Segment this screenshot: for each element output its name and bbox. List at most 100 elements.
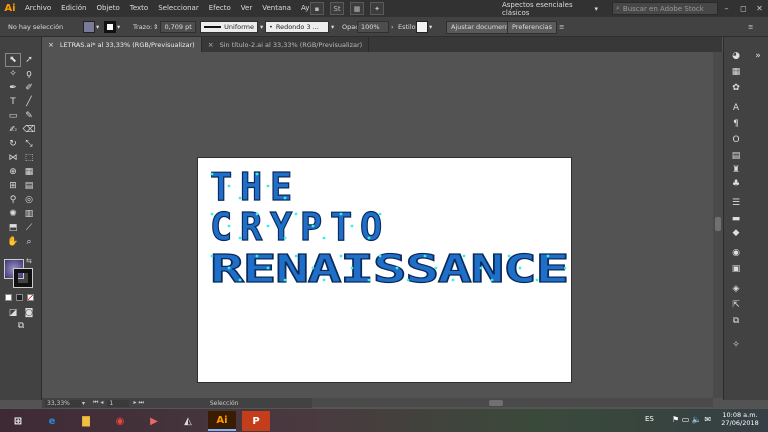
layers-panel-icon[interactable]: ◈ [729, 283, 743, 295]
width-tool-icon[interactable]: ⋈ [6, 152, 20, 164]
paragraph-panel-icon[interactable]: ¶ [729, 118, 743, 130]
stock-search-input[interactable]: ⌕ Buscar en Adobe Stock [612, 2, 718, 15]
arrange-documents-icon[interactable]: ▦ [350, 2, 364, 15]
horizontal-scrollbar[interactable] [311, 398, 713, 407]
character-panel-icon[interactable]: A [729, 102, 743, 114]
artwork-text[interactable]: THECRYPTORENAISSANCE [198, 158, 573, 384]
menu-objeto[interactable]: Objeto [92, 0, 125, 17]
artboard[interactable]: THE CRYPTO RENAISSANCE [197, 157, 572, 383]
swap-fill-stroke-icon[interactable]: ⇆ [26, 257, 32, 265]
zoom-field[interactable]: 33,33% [45, 399, 81, 407]
pen-tool-icon[interactable]: ✒ [6, 82, 20, 94]
rotate-tool-icon[interactable]: ↻ [6, 138, 20, 150]
stroke-panel-icon[interactable]: ☰ [729, 197, 743, 209]
opacity-value[interactable]: 100% [357, 21, 389, 33]
vertical-scrollbar[interactable] [713, 52, 723, 398]
gpu-performance-icon[interactable]: ✦ [370, 2, 384, 15]
vertical-scroll-thumb[interactable] [715, 217, 721, 231]
curvature-tool-icon[interactable]: ✐ [22, 82, 36, 94]
clock[interactable]: 10:08 a.m. 27/06/2018 [718, 411, 762, 427]
artboard-nav-next-icon[interactable]: ▸⏭ [133, 399, 145, 407]
symbol-sprayer-tool-icon[interactable]: ✺ [6, 208, 20, 220]
file-explorer-icon[interactable]: ▇ [72, 411, 100, 431]
brush-definition[interactable]: • Redondo 3 ... ▾ [265, 20, 334, 34]
menu-seleccionar[interactable]: Seleccionar [153, 0, 204, 17]
artboards-panel-icon[interactable]: ⇱ [729, 299, 743, 311]
hand-tool-icon[interactable]: ✋ [6, 236, 20, 248]
panel-menu-icon[interactable]: ≡ [748, 20, 753, 34]
workspace-switcher[interactable]: Aspectos esenciales clásicos ▾ [498, 1, 598, 17]
stepper-icon[interactable]: ⇕ [153, 23, 158, 31]
illustrator-taskbar-icon[interactable]: Ai [208, 411, 236, 431]
eyedropper-tool-icon[interactable]: ⚲ [6, 194, 20, 206]
menu-texto[interactable]: Texto [125, 0, 153, 17]
column-graph-tool-icon[interactable]: ▥ [22, 208, 36, 220]
language-indicator[interactable]: ES [645, 415, 654, 423]
stroke-weight-value[interactable]: 0,709 pt [160, 21, 196, 33]
blend-tool-icon[interactable]: ◎ [22, 194, 36, 206]
mesh-tool-icon[interactable]: ⊞ [6, 180, 20, 192]
close-icon[interactable]: × [208, 41, 214, 49]
lasso-tool-icon[interactable]: ϙ [22, 68, 36, 80]
swatches-panel-icon[interactable]: ▦ [729, 66, 743, 78]
screen-mode-icon[interactable]: ⧉ [14, 320, 28, 332]
transparency-panel-icon[interactable]: ◆ [729, 227, 743, 239]
menu-ver[interactable]: Ver [236, 0, 257, 17]
paintbrush-tool-icon[interactable]: ✎ [22, 110, 36, 122]
selection-tool-icon[interactable]: ⬉ [5, 53, 21, 67]
bridge-icon[interactable]: ▪ [310, 2, 324, 15]
variable-width-profile[interactable]: Uniforme ▾ [200, 20, 263, 34]
close-icon[interactable]: × [48, 41, 54, 49]
fill-swatch[interactable]: ▾ [83, 20, 99, 34]
symbols-panel-icon[interactable]: ♜ [729, 164, 743, 176]
line-tool-icon[interactable]: ╱ [22, 96, 36, 108]
stroke-weight-field[interactable]: ⇕ 0,709 pt [153, 20, 196, 34]
artboard-tool-icon[interactable]: ⬒ [6, 222, 20, 234]
close-button[interactable]: ✕ [751, 0, 768, 17]
free-transform-tool-icon[interactable]: ⬚ [22, 152, 36, 164]
shaper-tool-icon[interactable]: ✍ [6, 124, 20, 136]
type-tool-icon[interactable]: T [6, 96, 20, 108]
menu-edicion[interactable]: Edición [56, 0, 91, 17]
tray-icons[interactable]: ⚑ ▭ 🔈 ✉ [672, 415, 711, 424]
perspective-grid-tool-icon[interactable]: ▦ [22, 166, 36, 178]
stroke-swatch[interactable]: ▾ [104, 20, 120, 34]
direct-selection-tool-icon[interactable]: ➚ [22, 54, 36, 66]
inkscape-icon[interactable]: ◭ [174, 411, 202, 431]
minimize-button[interactable]: – [718, 0, 735, 17]
media-player-icon[interactable]: ▶ [140, 411, 168, 431]
color-mode-icon[interactable] [5, 294, 12, 301]
color-panel-icon[interactable]: ◕ [729, 50, 743, 62]
scale-tool-icon[interactable]: ⤡ [22, 138, 36, 150]
draw-mode-icon[interactable]: ◪ [6, 307, 20, 319]
graphic-styles-panel-icon[interactable]: ♣ [729, 178, 743, 190]
magic-wand-tool-icon[interactable]: ✧ [6, 68, 20, 80]
maximize-button[interactable]: ◻ [735, 0, 752, 17]
opentype-panel-icon[interactable]: O [729, 134, 743, 146]
artboard-number-field[interactable]: 1 [107, 399, 130, 407]
menu-efecto[interactable]: Efecto [204, 0, 236, 17]
start-button-icon[interactable]: ⊞ [4, 411, 32, 431]
powerpoint-taskbar-icon[interactable]: P [242, 411, 270, 431]
brushes-panel-icon[interactable]: ✿ [729, 82, 743, 94]
artboard-nav-first-icon[interactable]: ⏮◂ [93, 399, 105, 407]
menu-archivo[interactable]: Archivo [20, 0, 56, 17]
rectangle-tool-icon[interactable]: ▭ [6, 110, 20, 122]
artwork-line[interactable]: RENAISSANCE [209, 246, 569, 291]
artwork-line[interactable]: THE [209, 164, 300, 209]
gradient-panel-icon[interactable]: ▬ [729, 213, 743, 225]
chrome-icon[interactable]: ◉ [106, 411, 134, 431]
slice-tool-icon[interactable]: ⟋ [22, 222, 36, 234]
graphic-style-swatch[interactable]: ▾ [416, 20, 432, 34]
panel-collapse-icon[interactable]: » [751, 50, 765, 62]
stock-icon[interactable]: St [330, 2, 344, 15]
magic-wand-panel-icon[interactable]: ✧ [729, 339, 743, 351]
shape-builder-tool-icon[interactable]: ⊕ [6, 166, 20, 178]
tab-letras[interactable]: × LETRAS.ai* al 33,33% (RGB/Previsualiza… [42, 37, 202, 52]
align-panel-icon[interactable]: ▤ [729, 150, 743, 162]
links-panel-icon[interactable]: ⧉ [729, 315, 743, 327]
draw-inside-icon[interactable]: ◙ [22, 307, 36, 319]
image-trace-panel-icon[interactable]: ▣ [729, 263, 743, 275]
horizontal-scroll-thumb[interactable] [489, 400, 503, 406]
stroke-color-swatch[interactable] [13, 268, 33, 288]
